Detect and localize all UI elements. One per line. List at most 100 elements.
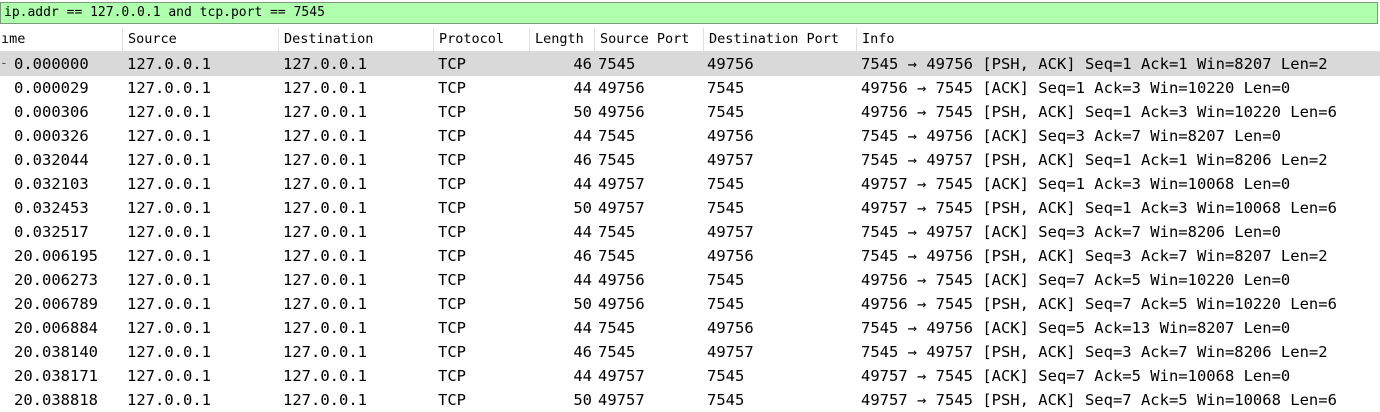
cell-protocol: TCP <box>438 367 466 385</box>
cell-destination-port: 49757 <box>707 151 754 169</box>
cell-protocol: TCP <box>438 295 466 313</box>
cell-time: 0.000306 <box>14 103 89 121</box>
packet-row[interactable]: 20.006273 127.0.0.1 127.0.0.1 TCP 44 497… <box>0 268 1380 292</box>
cell-length: 50 <box>573 295 592 313</box>
cell-source: 127.0.0.1 <box>127 271 211 289</box>
packet-row[interactable]: 0.032103 127.0.0.1 127.0.0.1 TCP 44 4975… <box>0 172 1380 196</box>
column-header-source-port[interactable]: Source Port <box>594 28 703 51</box>
cell-destination-port: 49757 <box>707 343 754 361</box>
cell-time: 20.038140 <box>14 343 98 361</box>
cell-time: 0.000326 <box>14 127 89 145</box>
cell-source-port: 7545 <box>598 343 636 361</box>
cell-time: 20.006789 <box>14 295 98 313</box>
cell-source: 127.0.0.1 <box>127 79 211 97</box>
cell-protocol: TCP <box>438 271 466 289</box>
cell-source: 127.0.0.1 <box>127 295 211 313</box>
cell-length: 46 <box>573 151 592 169</box>
cell-time: 0.000029 <box>14 79 89 97</box>
cell-destination: 127.0.0.1 <box>283 247 367 265</box>
cell-time: 20.006884 <box>14 319 98 337</box>
column-header-protocol[interactable]: Protocol <box>433 28 529 51</box>
cell-info: 7545 → 49757 [ACK] Seq=3 Ack=7 Win=8206 … <box>861 223 1281 241</box>
cell-info: 7545 → 49756 [ACK] Seq=5 Ack=13 Win=8207… <box>861 319 1291 337</box>
packet-row[interactable]: 20.038171 127.0.0.1 127.0.0.1 TCP 44 497… <box>0 364 1380 388</box>
cell-protocol: TCP <box>438 199 466 217</box>
cell-info: 49756 → 7545 [PSH, ACK] Seq=7 Ack=5 Win=… <box>861 295 1337 313</box>
cell-destination: 127.0.0.1 <box>283 343 367 361</box>
packet-row[interactable]: 0.032044 127.0.0.1 127.0.0.1 TCP 46 7545… <box>0 148 1380 172</box>
packet-row[interactable]: 20.006789 127.0.0.1 127.0.0.1 TCP 50 497… <box>0 292 1380 316</box>
cell-protocol: TCP <box>438 247 466 265</box>
cell-destination: 127.0.0.1 <box>283 199 367 217</box>
column-header-time[interactable]: ıme <box>0 28 122 51</box>
cell-source-port: 7545 <box>598 127 636 145</box>
cell-protocol: TCP <box>438 223 466 241</box>
cell-time: 20.006273 <box>14 271 98 289</box>
column-header-source[interactable]: Source <box>122 28 278 51</box>
cell-destination: 127.0.0.1 <box>283 295 367 313</box>
cell-source-port: 49756 <box>598 79 645 97</box>
cell-source-port: 7545 <box>598 223 636 241</box>
cell-destination: 127.0.0.1 <box>283 103 367 121</box>
cell-source: 127.0.0.1 <box>127 151 211 169</box>
cell-protocol: TCP <box>438 391 466 409</box>
packet-row[interactable]: - 0.000000 127.0.0.1 127.0.0.1 TCP 46 75… <box>0 52 1380 76</box>
column-header-destination-port[interactable]: Destination Port <box>703 28 856 51</box>
packet-row[interactable]: 0.000326 127.0.0.1 127.0.0.1 TCP 44 7545… <box>0 124 1380 148</box>
cell-source: 127.0.0.1 <box>127 199 211 217</box>
packet-row[interactable]: 20.006195 127.0.0.1 127.0.0.1 TCP 46 754… <box>0 244 1380 268</box>
packet-row[interactable]: 20.006884 127.0.0.1 127.0.0.1 TCP 44 754… <box>0 316 1380 340</box>
packet-row[interactable]: 0.032453 127.0.0.1 127.0.0.1 TCP 50 4975… <box>0 196 1380 220</box>
cell-length: 44 <box>573 79 592 97</box>
cell-source-port: 49756 <box>598 103 645 121</box>
cell-destination-port: 49756 <box>707 319 754 337</box>
column-header-length[interactable]: Length <box>529 28 594 51</box>
packet-row[interactable]: 0.000029 127.0.0.1 127.0.0.1 TCP 44 4975… <box>0 76 1380 100</box>
column-header-destination[interactable]: Destination <box>278 28 433 51</box>
cell-length: 50 <box>573 199 592 217</box>
cell-destination: 127.0.0.1 <box>283 367 367 385</box>
cell-source: 127.0.0.1 <box>127 319 211 337</box>
packet-row[interactable]: 0.000306 127.0.0.1 127.0.0.1 TCP 50 4975… <box>0 100 1380 124</box>
cell-destination-port: 49756 <box>707 55 754 73</box>
cell-destination-port: 7545 <box>707 103 745 121</box>
cell-destination: 127.0.0.1 <box>283 175 367 193</box>
cell-length: 44 <box>573 319 592 337</box>
cell-time: 0.032044 <box>14 151 89 169</box>
cell-length: 44 <box>573 223 592 241</box>
display-filter-input[interactable] <box>4 3 1364 23</box>
cell-length: 46 <box>573 247 592 265</box>
cell-destination: 127.0.0.1 <box>283 271 367 289</box>
cell-destination-port: 7545 <box>707 271 745 289</box>
display-filter-bar[interactable] <box>0 2 1378 24</box>
packet-list: - 0.000000 127.0.0.1 127.0.0.1 TCP 46 75… <box>0 52 1380 412</box>
cell-info: 49757 → 7545 [ACK] Seq=1 Ack=3 Win=10068… <box>861 175 1291 193</box>
cell-destination: 127.0.0.1 <box>283 391 367 409</box>
cell-info: 49756 → 7545 [ACK] Seq=7 Ack=5 Win=10220… <box>861 271 1291 289</box>
cell-protocol: TCP <box>438 151 466 169</box>
cell-destination: 127.0.0.1 <box>283 55 367 73</box>
cell-source-port: 49757 <box>598 199 645 217</box>
packet-row[interactable]: 0.032517 127.0.0.1 127.0.0.1 TCP 44 7545… <box>0 220 1380 244</box>
cell-destination-port: 7545 <box>707 391 745 409</box>
cell-length: 44 <box>573 271 592 289</box>
cell-source-port: 7545 <box>598 247 636 265</box>
cell-source: 127.0.0.1 <box>127 247 211 265</box>
cell-length: 46 <box>573 55 592 73</box>
cell-time: 0.000000 <box>14 55 89 73</box>
cell-protocol: TCP <box>438 79 466 97</box>
cell-time: 20.038171 <box>14 367 98 385</box>
cell-destination-port: 7545 <box>707 295 745 313</box>
packet-row[interactable]: 20.038818 127.0.0.1 127.0.0.1 TCP 50 497… <box>0 388 1380 412</box>
column-header-info[interactable]: Info <box>856 28 1380 51</box>
cell-destination-port: 7545 <box>707 175 745 193</box>
cell-length: 44 <box>573 127 592 145</box>
packet-row[interactable]: 20.038140 127.0.0.1 127.0.0.1 TCP 46 754… <box>0 340 1380 364</box>
selected-row-marker: - <box>0 56 8 71</box>
cell-protocol: TCP <box>438 103 466 121</box>
cell-length: 50 <box>573 391 592 409</box>
cell-length: 44 <box>573 367 592 385</box>
cell-protocol: TCP <box>438 175 466 193</box>
cell-source: 127.0.0.1 <box>127 175 211 193</box>
cell-destination-port: 49756 <box>707 127 754 145</box>
